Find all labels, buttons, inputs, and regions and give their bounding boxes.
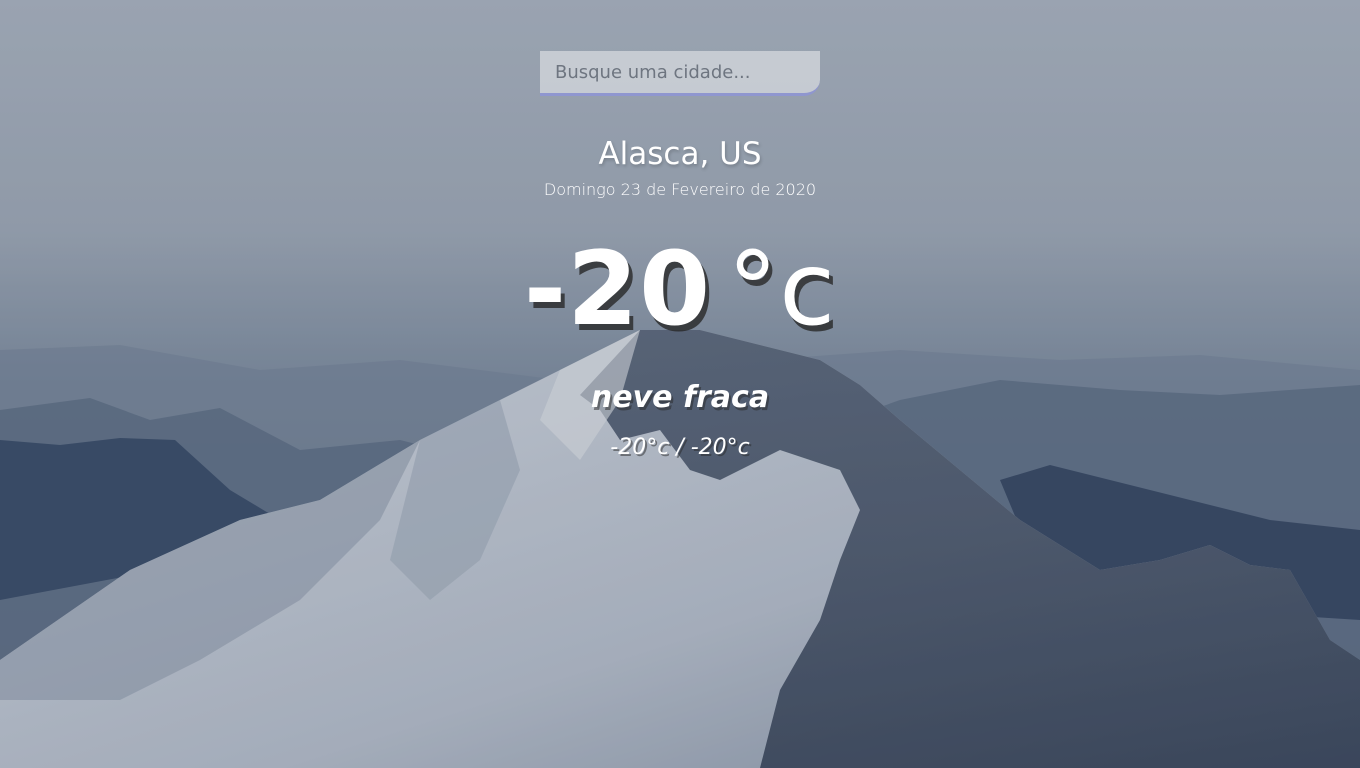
temperature-value: -20 [523, 230, 712, 349]
temperature-unit: °c [727, 230, 837, 349]
weather-description: neve fraca [590, 380, 770, 415]
search-box [540, 51, 820, 96]
current-date: Domingo 23 de Fevereiro de 2020 [543, 180, 817, 199]
city-search-input[interactable] [540, 51, 820, 96]
location-name: Alasca, US [598, 136, 762, 172]
hi-low-temperature: -20°c / -20°c [610, 435, 750, 460]
temperature-display: -20 °c [0, 230, 1360, 350]
weather-app: Alasca, US Domingo 23 de Fevereiro de 20… [0, 0, 1360, 768]
